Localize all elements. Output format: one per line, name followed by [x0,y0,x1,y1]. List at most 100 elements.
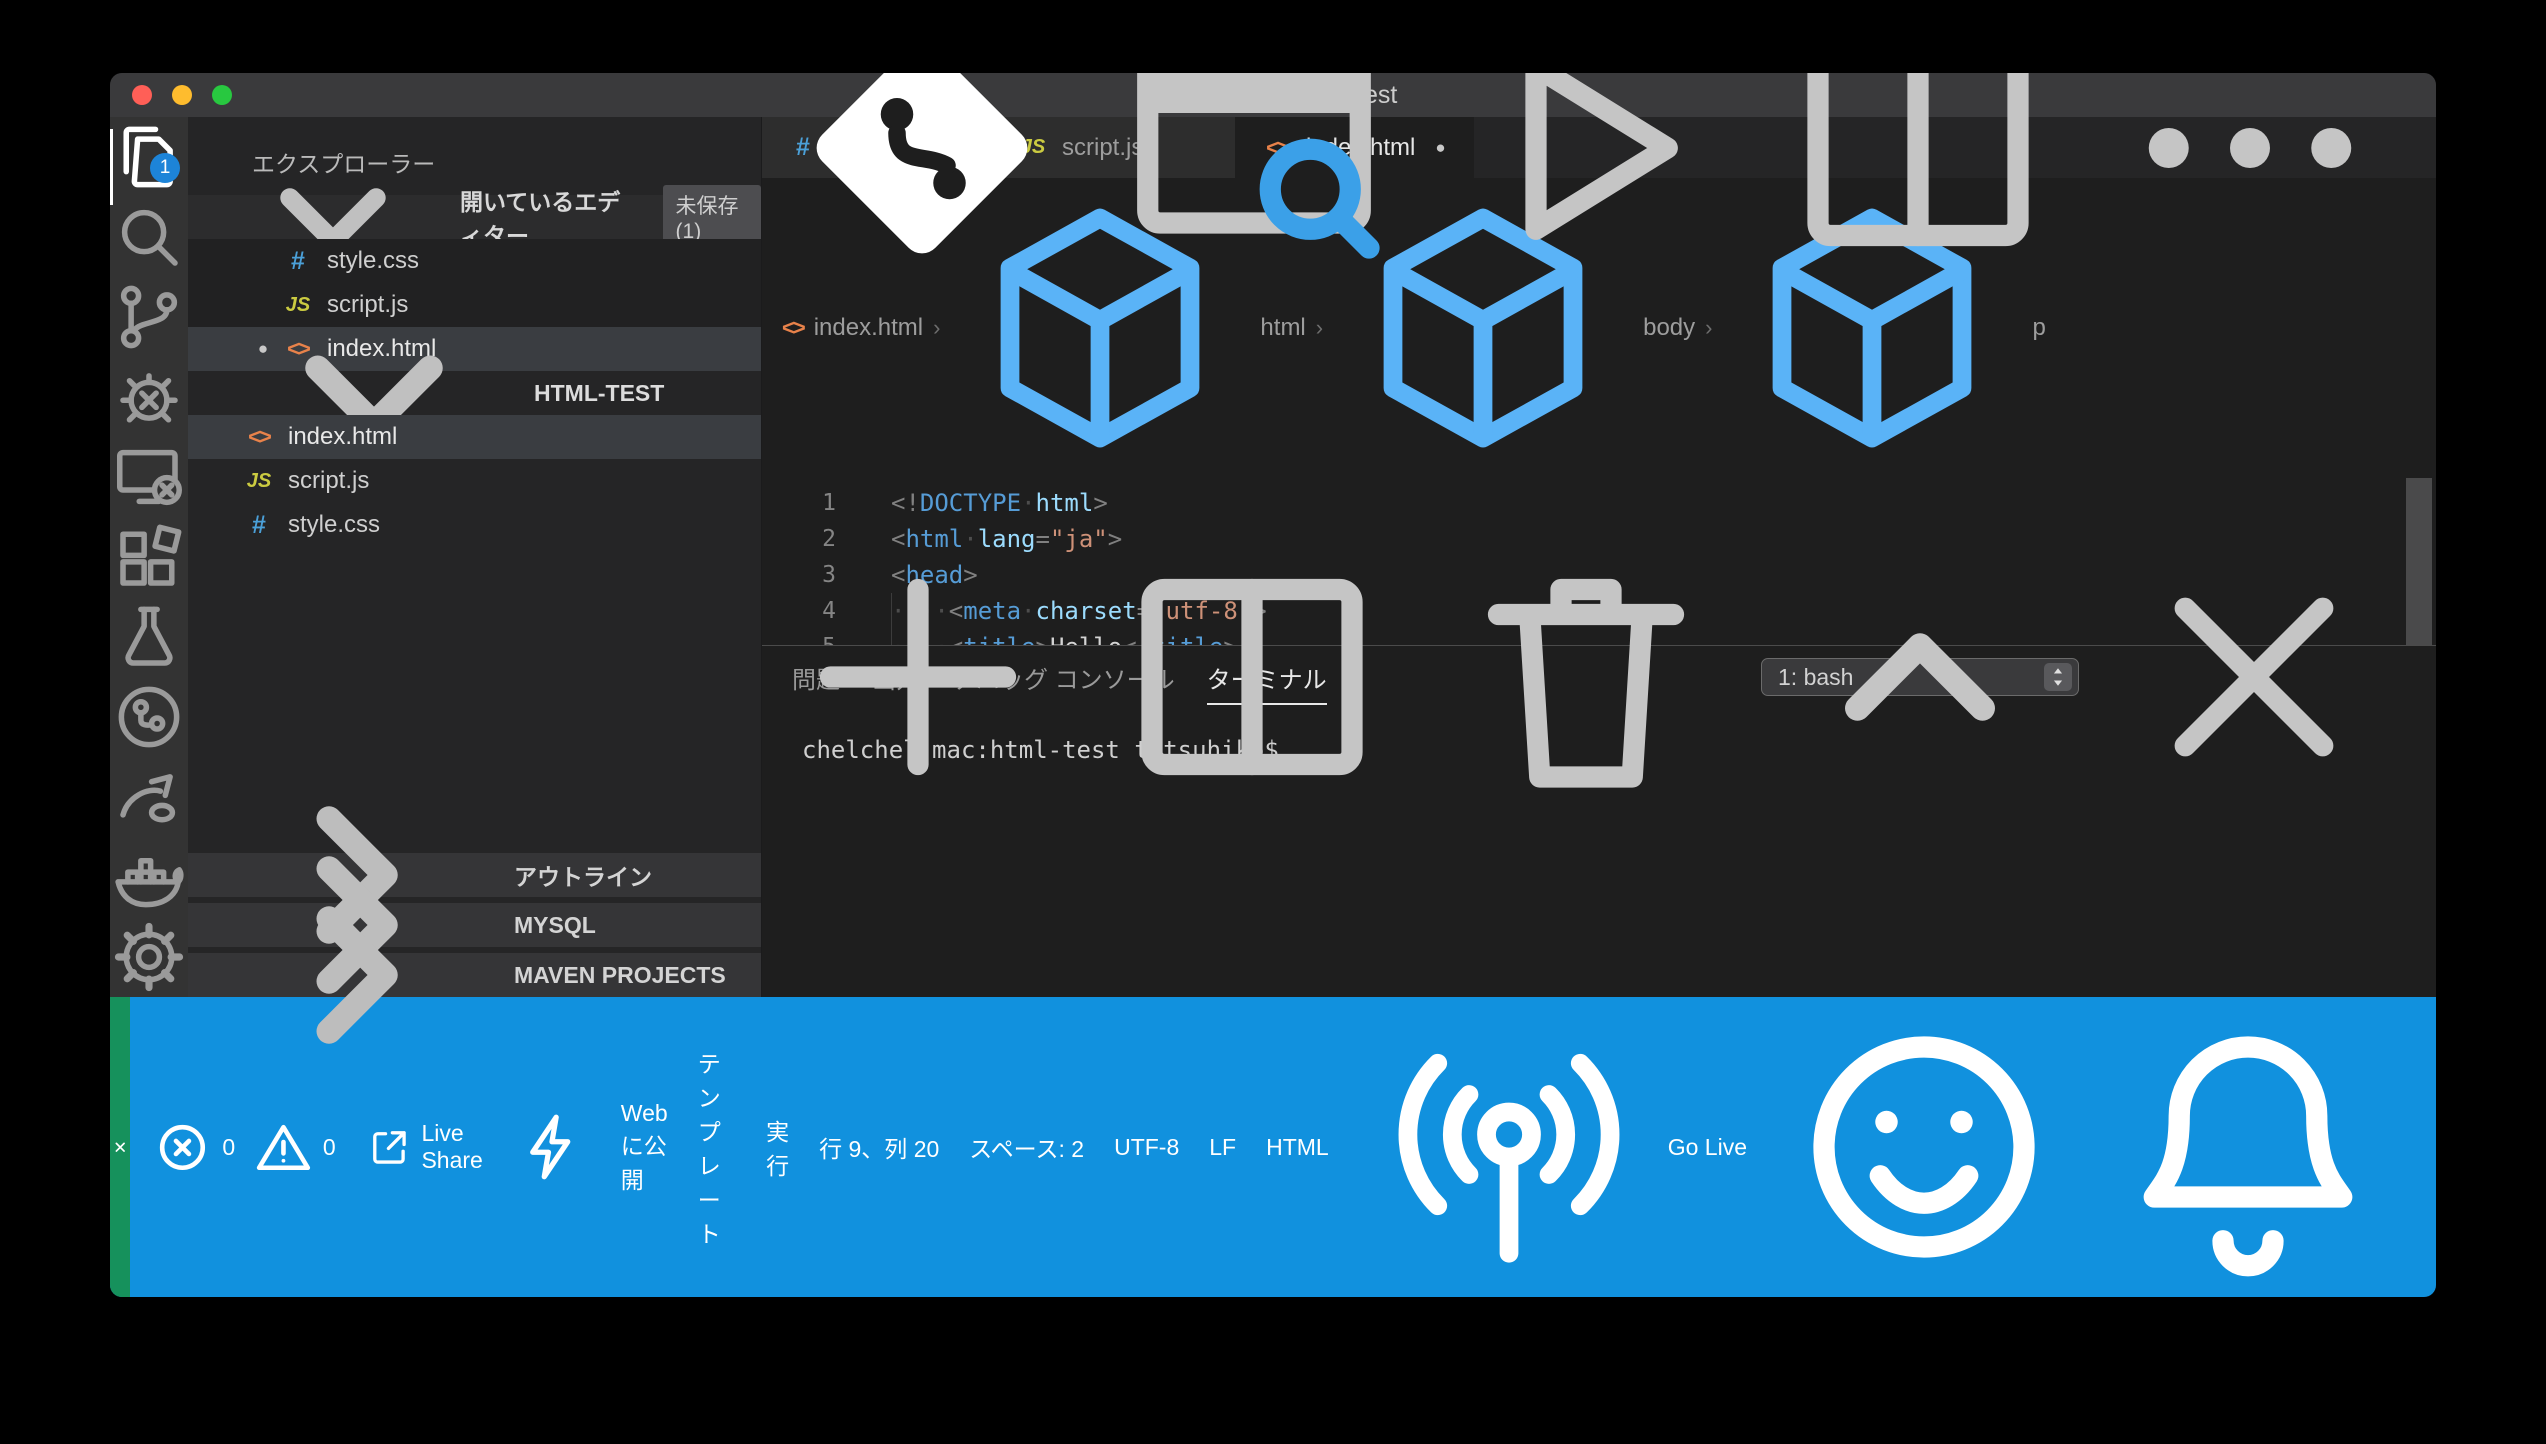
scrollbar-thumb[interactable] [2406,478,2432,645]
sidebar-bottom-sections: アウトライン MYSQL MAVEN PROJECTS [188,847,761,997]
activity-bar: 1 [110,117,188,997]
split-terminal-icon[interactable] [1102,527,1402,827]
status-cursor-position[interactable]: 行 9、列 20 [804,997,954,1297]
run-label: 実行 [766,1113,789,1181]
status-run[interactable]: 実行 [751,997,804,1297]
beaker-icon [110,598,188,676]
window-controls [132,85,232,105]
section-maven-projects[interactable]: MAVEN PROJECTS [188,953,761,997]
monitor-x-icon [110,438,188,516]
section-label: アウトライン [514,858,652,892]
search-icon [110,198,188,276]
maximize-panel-icon[interactable] [1770,527,2070,827]
breadcrumb-p[interactable]: p [2032,314,2045,342]
live-share-icon [366,1124,413,1171]
line-number: 1 [762,485,836,521]
circle-branch-icon [110,678,188,756]
breadcrumb-separator: › [933,315,940,341]
eol-label: LF [1209,1134,1236,1161]
status-language[interactable]: HTML [1251,997,1344,1297]
status-publish-web[interactable]: Webに公開 [606,997,683,1297]
tree-script-js[interactable]: JS script.js [188,459,761,503]
breadcrumb-file[interactable]: index.html [814,314,923,342]
status-eol[interactable]: LF [1194,997,1251,1297]
error-count: 0 [222,1134,235,1161]
tab-bar: # style.css JS script.js <> index.html ● [762,117,2436,178]
file-name: index.html [288,423,397,451]
panel-actions [768,646,2404,708]
cursor-position-label: 行 9、列 20 [819,1130,939,1164]
run-icon[interactable] [1436,73,1736,298]
chevron-right-icon [204,825,504,1125]
preview-icon[interactable] [1104,73,1404,298]
tree-style-css[interactable]: # style.css [188,503,761,547]
css-file-icon: # [244,511,274,540]
status-feedback[interactable] [1762,997,2086,1297]
activity-search[interactable] [110,197,188,277]
active-indicator [110,129,113,205]
activity-explorer[interactable]: 1 [110,117,188,197]
live-share-label: Live Share [421,1120,482,1174]
indentation-label: スペース: 2 [969,1130,1084,1164]
close-panel-icon[interactable] [2104,527,2404,827]
template-label: テンプレート [698,1045,736,1249]
extensions-icon [110,518,188,596]
folder-header[interactable]: HTML-TEST [188,371,761,415]
status-go-live[interactable]: Go Live [1344,997,1762,1297]
files-icon [110,118,188,196]
docker-whale-icon [110,838,188,916]
explorer-badge: 1 [150,153,180,183]
status-flash[interactable] [498,997,606,1297]
kill-terminal-icon[interactable] [1436,527,1736,827]
status-notifications[interactable] [2086,997,2410,1297]
encoding-label: UTF-8 [1114,1134,1179,1161]
html-file-icon: <> [782,315,804,341]
file-name: style.css [288,511,380,539]
breadcrumb-separator: › [1316,315,1323,341]
lightning-icon [510,1105,594,1189]
js-file-icon: JS [244,470,274,493]
status-template[interactable]: テンプレート [683,997,751,1297]
activity-source-control[interactable] [110,277,188,357]
vscode-window: index.html — html-test 1 エクスプローラー [110,73,2436,1297]
activity-remote-preview[interactable] [110,437,188,517]
status-remote[interactable] [110,997,130,1297]
tree-index-html[interactable]: <> index.html [188,415,761,459]
folder-name: HTML-TEST [534,380,664,407]
open-changes-icon[interactable] [772,73,1072,298]
activity-test[interactable] [110,597,188,677]
activity-settings[interactable] [110,917,188,997]
language-label: HTML [1266,1134,1329,1161]
activity-extensions[interactable] [110,517,188,597]
breadcrumb-body[interactable]: body [1643,314,1695,342]
git-branch-icon [110,278,188,356]
gear-icon [110,918,188,996]
activity-publish[interactable] [110,757,188,837]
minimize-window-button[interactable] [172,85,192,105]
remote-icon [110,1137,130,1157]
warning-count: 0 [323,1134,336,1161]
breadcrumb-separator: › [1705,315,1712,341]
publish-web-label: Webに公開 [621,1100,668,1195]
status-encoding[interactable]: UTF-8 [1099,997,1194,1297]
section-label: MAVEN PROJECTS [514,962,726,989]
smiley-icon [1774,997,2074,1297]
status-indentation[interactable]: スペース: 2 [954,997,1099,1297]
go-live-label: Go Live [1668,1134,1747,1161]
open-editors-header[interactable]: 開いているエディター 未保存 (1) [188,195,761,239]
more-actions-icon[interactable] [2100,73,2400,298]
explorer-sidebar: エクスプローラー 開いているエディター 未保存 (1) # style.css … [188,117,762,997]
bell-icon [2098,997,2398,1297]
share-arrow-icon [110,758,188,836]
debug-bug-icon [110,358,188,436]
activity-gitlens[interactable] [110,677,188,757]
split-editor-icon[interactable] [1768,73,2068,298]
bottom-panel: 問題 出力 デバッグ コンソール ターミナル 1: bash [762,645,2436,997]
breadcrumb-html[interactable]: html [1260,314,1305,342]
new-terminal-icon[interactable] [768,527,1068,827]
activity-docker[interactable] [110,837,188,917]
file-name: script.js [288,467,369,495]
close-window-button[interactable] [132,85,152,105]
code-line-1[interactable]: 1<!DOCTYPE·html> [762,485,2436,521]
activity-debug[interactable] [110,357,188,437]
